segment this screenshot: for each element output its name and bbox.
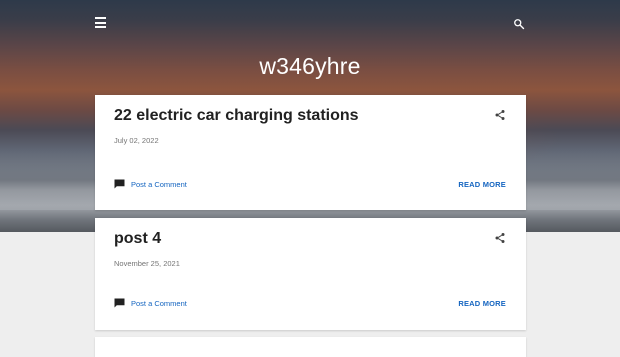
read-more-link[interactable]: READ MORE: [458, 180, 506, 189]
blog-title[interactable]: w346yhre: [0, 53, 620, 80]
post-title[interactable]: post 4: [114, 230, 161, 248]
share-icon[interactable]: [494, 109, 506, 121]
comment-icon: [114, 179, 125, 189]
comment-label: Post a Comment: [131, 298, 187, 308]
post-card-partial: [95, 337, 526, 357]
post-title[interactable]: 22 electric car charging stations: [114, 107, 359, 125]
comment-icon: [114, 298, 125, 308]
comment-label: Post a Comment: [131, 179, 187, 189]
menu-icon[interactable]: [95, 17, 106, 28]
search-icon[interactable]: [513, 18, 525, 30]
post-card: 22 electric car charging stations July 0…: [95, 95, 526, 210]
post-date: July 02, 2022: [114, 136, 159, 145]
post-comment-link[interactable]: Post a Comment: [114, 179, 187, 189]
read-more-link[interactable]: READ MORE: [458, 299, 506, 308]
share-icon[interactable]: [494, 232, 506, 244]
post-card: post 4 November 25, 2021 Post a Comment …: [95, 218, 526, 330]
post-comment-link[interactable]: Post a Comment: [114, 298, 187, 308]
post-date: November 25, 2021: [114, 259, 180, 268]
